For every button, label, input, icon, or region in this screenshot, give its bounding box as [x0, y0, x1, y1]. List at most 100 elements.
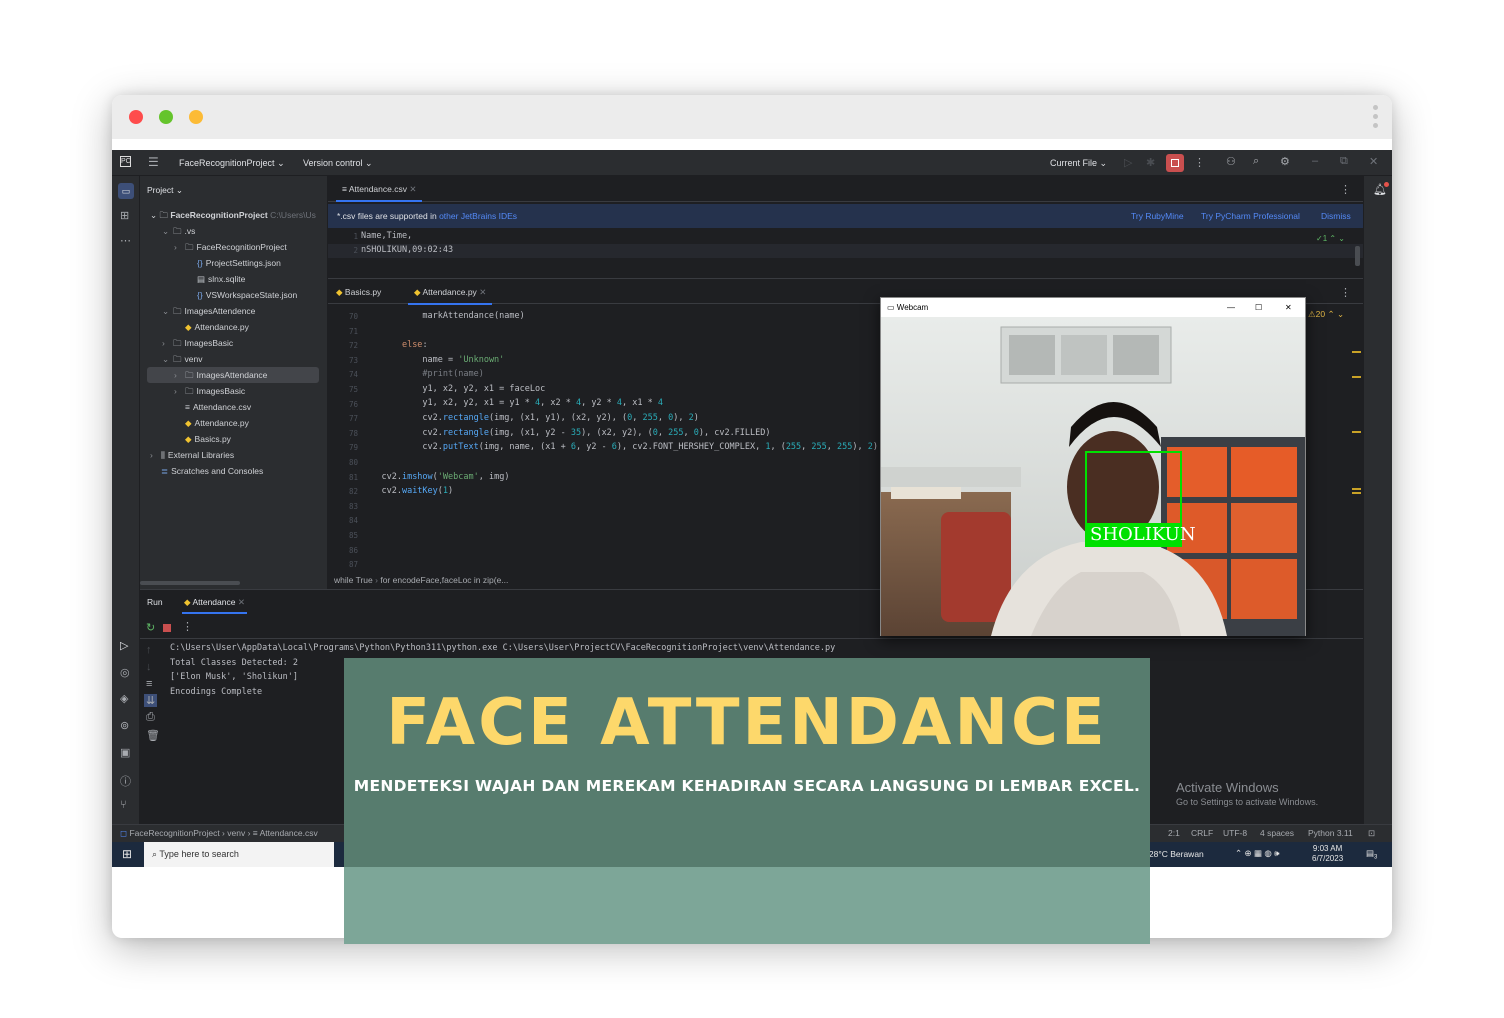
- expand-chevron-icon[interactable]: ›: [174, 239, 185, 255]
- search-icon[interactable]: ⌕: [1253, 155, 1259, 168]
- status-indent[interactable]: 4 spaces: [1260, 825, 1294, 842]
- banner-link[interactable]: other JetBrains IDEs: [439, 211, 517, 221]
- expand-chevron-icon[interactable]: ⌄: [162, 303, 173, 319]
- tree-item[interactable]: {} VSWorkspaceState.json: [140, 287, 328, 303]
- warnings-indicator[interactable]: ⚠20 ⌃ ⌄: [1308, 309, 1344, 320]
- webcam-maximize-icon[interactable]: ☐: [1255, 298, 1262, 317]
- status-caret[interactable]: 2:1: [1168, 825, 1180, 842]
- tree-item[interactable]: › 🗀︎ ImagesBasic: [140, 383, 328, 399]
- tree-item[interactable]: › 🗀︎ ImagesAttendance: [147, 367, 319, 383]
- more-actions-icon[interactable]: ⋮: [1194, 156, 1205, 169]
- expand-chevron-icon[interactable]: ›: [150, 447, 161, 463]
- status-path[interactable]: ◻ FaceRecognitionProject › venv › ≡ Atte…: [120, 825, 318, 842]
- project-selector[interactable]: FaceRecognitionProject ⌄: [179, 158, 285, 169]
- tab-attendance-csv[interactable]: ≡ Attendance.csv ✕: [336, 176, 423, 202]
- debug-icon[interactable]: ✱: [1146, 156, 1155, 169]
- close-icon[interactable]: ✕: [1369, 155, 1378, 168]
- trash-icon[interactable]: 🗑︎: [146, 729, 160, 742]
- more-icon[interactable]: [1373, 105, 1379, 132]
- tree-item[interactable]: ≡ Attendance.csv: [140, 399, 328, 415]
- restore-icon[interactable]: ⧉: [1340, 155, 1348, 168]
- tree-item[interactable]: ▤ slnx.sqlite: [140, 271, 328, 287]
- scroll-up-icon[interactable]: ↑: [146, 644, 152, 656]
- tree-item[interactable]: {} ProjectSettings.json: [140, 255, 328, 271]
- vcs-selector[interactable]: Version control ⌄: [303, 158, 373, 169]
- status-encoding[interactable]: UTF-8: [1223, 825, 1247, 842]
- tree-item[interactable]: ⌄ 🗀︎ venv: [140, 351, 328, 367]
- minimize-dot-icon[interactable]: [189, 110, 203, 124]
- more-tools-icon[interactable]: ⋯: [120, 234, 131, 247]
- main-menu-icon[interactable]: ☰: [148, 155, 159, 169]
- editor-more-icon[interactable]: ⋮: [1340, 286, 1351, 299]
- structure-tool-icon[interactable]: ⊞: [120, 209, 129, 222]
- python-packages-icon[interactable]: ◎: [120, 666, 130, 679]
- close-tab-icon[interactable]: ✕: [238, 597, 245, 607]
- tree-item[interactable]: ≣ Scratches and Consoles: [140, 463, 328, 479]
- overlay-subtitle: MENDETEKSI WAJAH DAN MEREKAM KEHADIRAN S…: [353, 777, 1141, 795]
- run-tool-icon[interactable]: ▷: [120, 639, 128, 652]
- project-panel-title[interactable]: Project ⌄: [147, 182, 183, 198]
- tray-icons[interactable]: ⌃ ⊕ ▦ ◍ 🕪︎: [1235, 848, 1280, 859]
- tree-item[interactable]: › 🗀︎ FaceRecognitionProject: [140, 239, 328, 255]
- expand-chevron-icon[interactable]: ›: [162, 335, 173, 351]
- scroll-down-icon[interactable]: ↓: [146, 661, 152, 673]
- taskbar-search[interactable]: ⌕ Type here to search: [144, 842, 334, 867]
- expand-chevron-icon[interactable]: ›: [174, 367, 185, 383]
- rerun-icon[interactable]: ↻: [146, 621, 155, 634]
- breadcrumb-item[interactable]: while True: [334, 575, 373, 585]
- run-config-selector[interactable]: Current File ⌄: [1050, 158, 1107, 169]
- tree-root[interactable]: ⌄ 🗀︎ FaceRecognitionProject C:\Users\Us: [150, 207, 316, 223]
- settings-gear-icon[interactable]: ⚙: [1280, 155, 1290, 168]
- git-icon[interactable]: ⑂: [120, 799, 127, 811]
- print-icon[interactable]: ⎙: [146, 711, 155, 724]
- close-tab-icon[interactable]: ✕: [409, 184, 416, 194]
- csv-line-2[interactable]: 2 nSHOLIKUN,09:02:43: [328, 244, 1363, 258]
- layers-icon[interactable]: ◈: [120, 692, 128, 705]
- try-rubymine-link[interactable]: Try RubyMine: [1131, 204, 1184, 228]
- tree-item[interactable]: ◆ Attendance.py: [140, 319, 328, 335]
- maximize-dot-icon[interactable]: [159, 110, 173, 124]
- run-icon[interactable]: ▷: [1124, 156, 1132, 169]
- close-dot-icon[interactable]: [129, 110, 143, 124]
- soft-wrap-icon[interactable]: ≡: [146, 678, 152, 690]
- stop-button[interactable]: [1166, 154, 1184, 172]
- tab-basics-py[interactable]: ◆ Basics.py: [336, 279, 381, 305]
- csv-line-1[interactable]: 1 Name,Time,: [328, 230, 1363, 244]
- webcam-close-icon[interactable]: ✕: [1285, 298, 1292, 317]
- expand-chevron-icon[interactable]: ›: [174, 383, 185, 399]
- status-line-sep[interactable]: CRLF: [1191, 825, 1213, 842]
- tree-item[interactable]: ◆ Attendance.py: [140, 415, 328, 431]
- tree-item[interactable]: › ⫼ External Libraries: [140, 447, 328, 463]
- expand-chevron-icon[interactable]: ⌄: [162, 223, 173, 239]
- scroll-to-end-icon[interactable]: ⇊: [144, 694, 158, 707]
- tree-item[interactable]: ⌄ 🗀︎ ImagesAttendence: [140, 303, 328, 319]
- services-icon[interactable]: ⊚: [120, 719, 129, 732]
- tab-attendance-py[interactable]: ◆ Attendance.py ✕: [408, 279, 493, 305]
- problems-icon[interactable]: ⓘ: [120, 773, 131, 789]
- terminal-icon[interactable]: ▣: [120, 746, 130, 759]
- minimize-icon[interactable]: –: [1312, 155, 1318, 167]
- webcam-minimize-icon[interactable]: —: [1227, 298, 1235, 317]
- tree-item[interactable]: ◆ Basics.py: [140, 431, 328, 447]
- lock-icon[interactable]: ⊡: [1368, 825, 1375, 842]
- scrollbar-thumb[interactable]: [1355, 246, 1360, 266]
- expand-chevron-icon[interactable]: ⌄: [162, 351, 173, 367]
- windows-start-icon[interactable]: ⊞: [122, 847, 132, 861]
- close-tab-icon[interactable]: ✕: [479, 287, 486, 297]
- breadcrumb-item[interactable]: for encodeFace,faceLoc in zip(e...: [380, 575, 508, 585]
- add-user-icon[interactable]: ⚇: [1226, 155, 1236, 168]
- inspection-ok[interactable]: ✓1 ⌃ ⌄: [1316, 234, 1345, 243]
- try-pycharm-link[interactable]: Try PyCharm Professional: [1201, 204, 1300, 228]
- status-interpreter[interactable]: Python 3.11: [1308, 825, 1353, 842]
- run-more-icon[interactable]: ⋮: [182, 620, 193, 633]
- stop-run-icon[interactable]: [163, 624, 171, 632]
- editor-more-icon[interactable]: ⋮: [1340, 183, 1351, 196]
- taskbar-clock[interactable]: 9:03 AM 6/7/2023: [1312, 844, 1343, 864]
- dismiss-link[interactable]: Dismiss: [1321, 204, 1351, 228]
- notification-center-icon[interactable]: ▤3: [1366, 848, 1377, 861]
- tree-item[interactable]: ⌄ 🗀︎ .vs: [140, 223, 328, 239]
- project-tool-icon[interactable]: ▭: [118, 183, 134, 199]
- run-tab-attendance[interactable]: ◆ Attendance ✕: [182, 590, 247, 614]
- horizontal-scrollbar[interactable]: [140, 581, 240, 585]
- tree-item[interactable]: › 🗀︎ ImagesBasic: [140, 335, 328, 351]
